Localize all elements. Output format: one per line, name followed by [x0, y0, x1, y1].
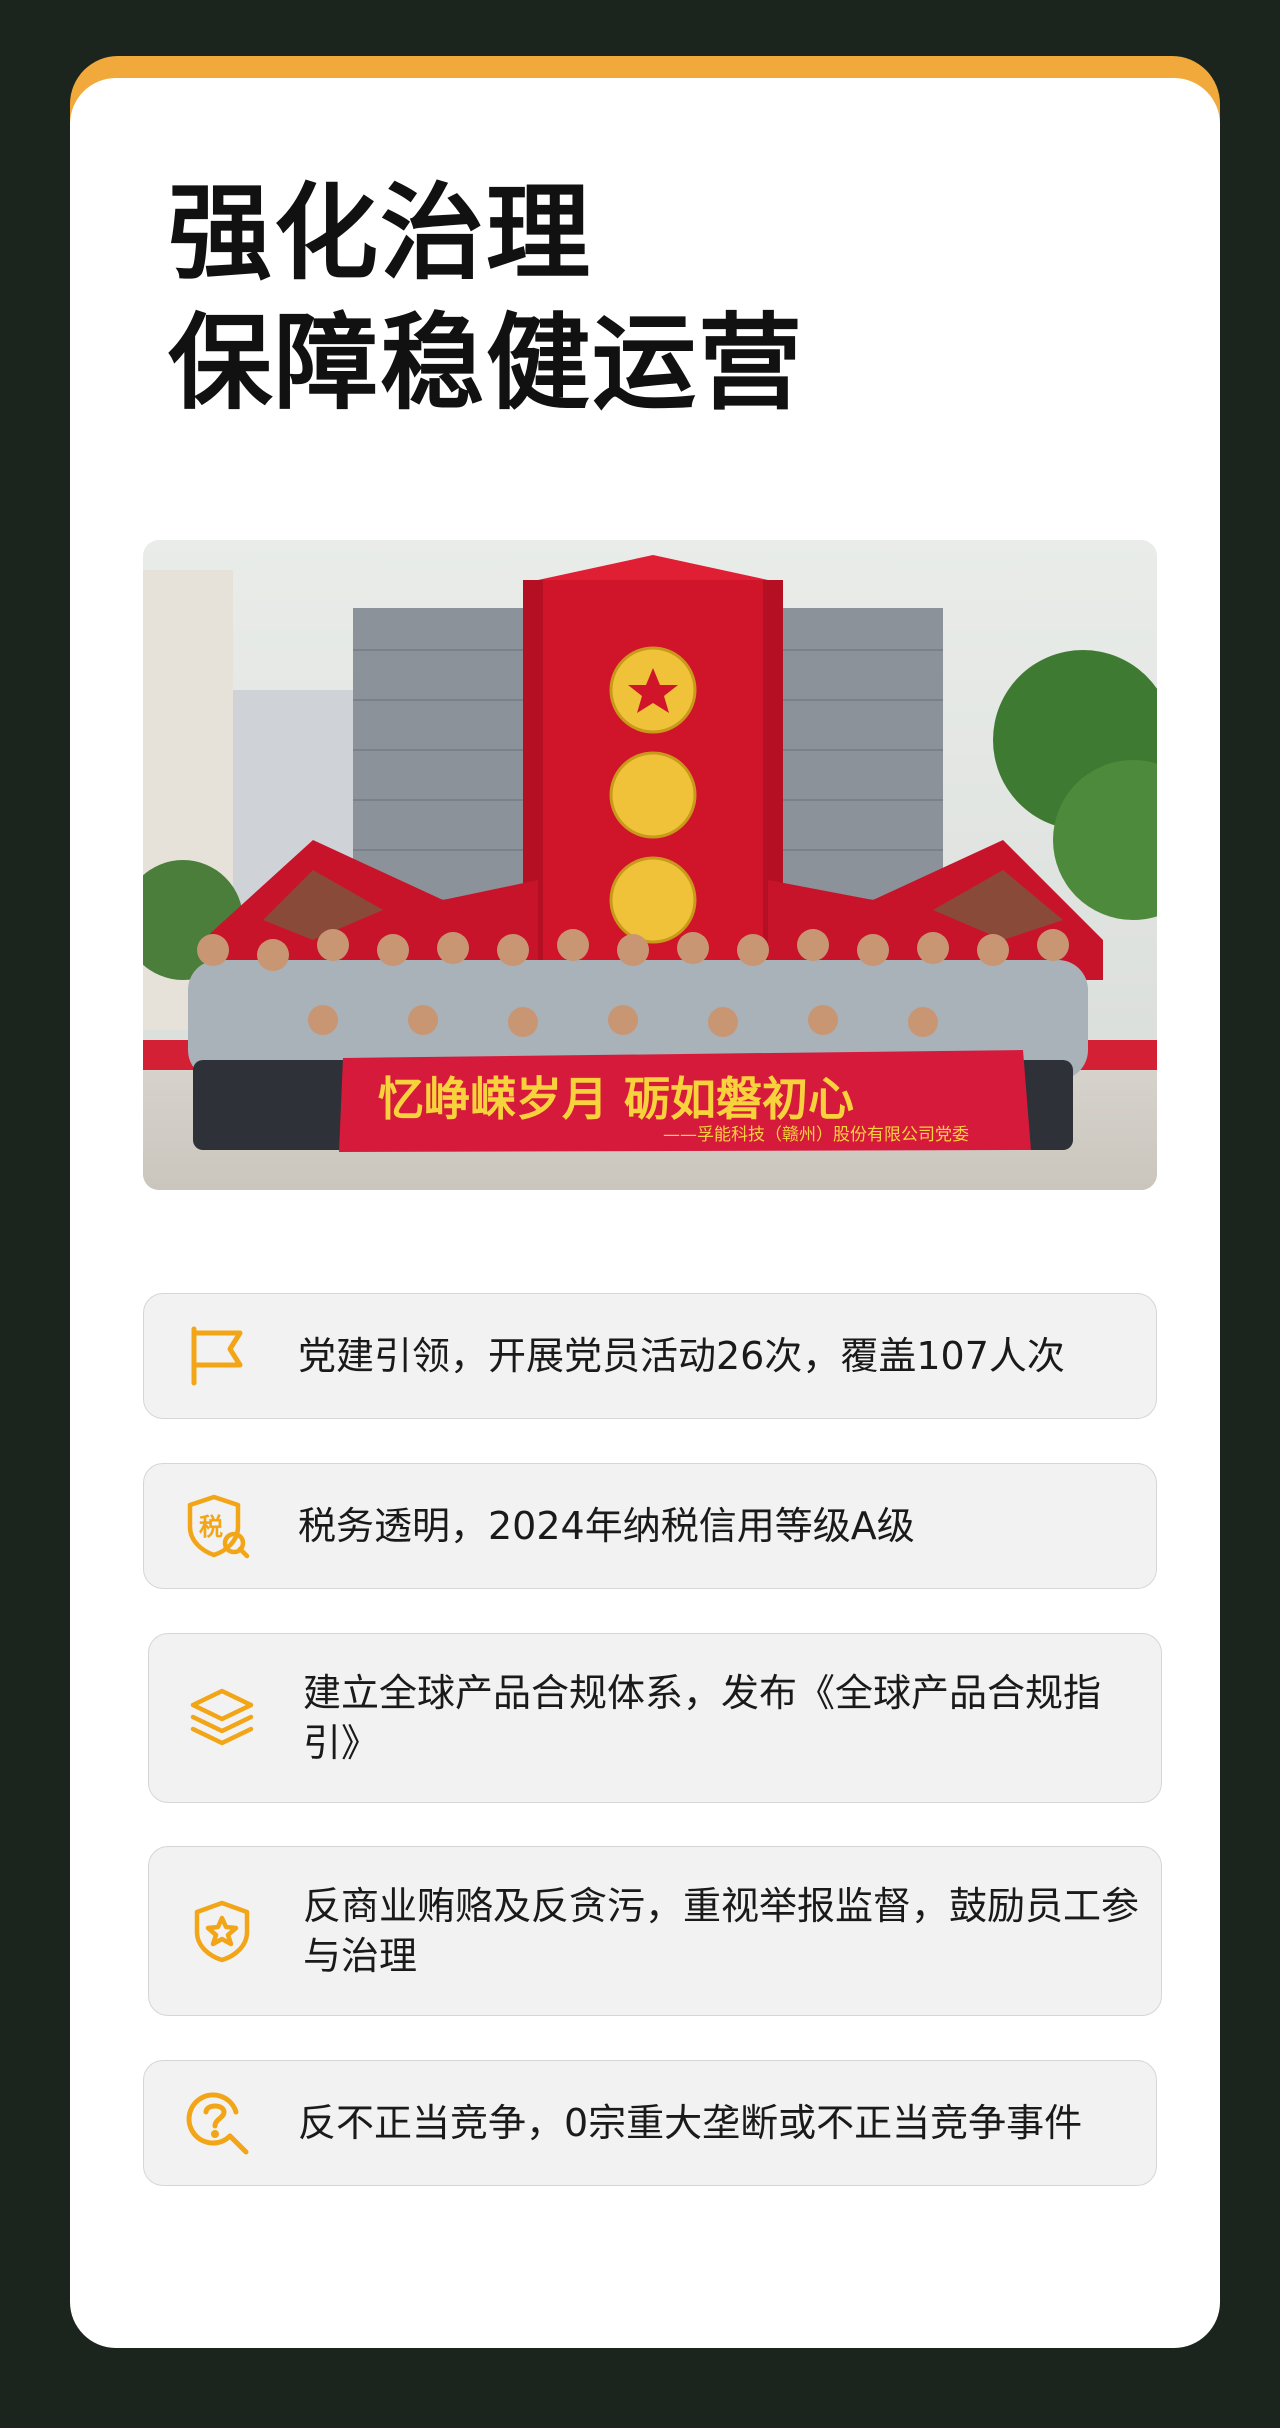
banner-main-text: 忆峥嵘岁月 砺如磐初心: [378, 1072, 854, 1126]
layers-icon: [189, 1685, 255, 1751]
banner-sub-text: ——孚能科技（赣州）股份有限公司党委: [663, 1125, 969, 1145]
governance-item-competition: 反不正当竞争，0宗重大垄断或不正当竞争事件: [143, 2060, 1157, 2186]
governance-item-tax: 税 税务透明，2024年纳税信用等级A级: [143, 1463, 1157, 1589]
item-text: 建立全球产品合规体系，发布《全球产品合规指引》: [303, 1671, 1102, 1765]
group-photo: 忆峥嵘岁月 砺如磐初心 ——孚能科技（赣州）股份有限公司党委: [143, 540, 1157, 1190]
governance-item-party: 党建引领，开展党员活动26次，覆盖107人次: [143, 1293, 1157, 1419]
item-text: 反商业贿赂及反贪污，重视举报监督，鼓励员工参与治理: [303, 1884, 1140, 1978]
title-line-2: 保障稳健运营: [168, 302, 805, 424]
governance-item-anticorruption: 反商业贿赂及反贪污，重视举报监督，鼓励员工参与治理: [148, 1846, 1162, 2016]
item-text: 反不正当竞争，0宗重大垄断或不正当竞争事件: [298, 2101, 1083, 2145]
page-title: 强化治理 保障稳健运营: [168, 168, 804, 428]
governance-item-compliance: 建立全球产品合规体系，发布《全球产品合规指引》: [148, 1633, 1162, 1803]
title-line-1: 强化治理: [168, 172, 593, 294]
star-shield-icon: [189, 1898, 255, 1964]
svg-text:税: 税: [199, 1513, 223, 1541]
tax-shield-icon: 税: [184, 1493, 250, 1559]
item-text: 党建引领，开展党员活动26次，覆盖107人次: [298, 1334, 1065, 1378]
item-text: 税务透明，2024年纳税信用等级A级: [298, 1504, 915, 1548]
content-card: 强化治理 保障稳健运营 忆峥嵘岁月 砺如磐初心 ——孚能科技（赣州）股份有限公司…: [70, 78, 1220, 2348]
flag-icon: [184, 1323, 250, 1389]
question-search-icon: [184, 2090, 250, 2156]
